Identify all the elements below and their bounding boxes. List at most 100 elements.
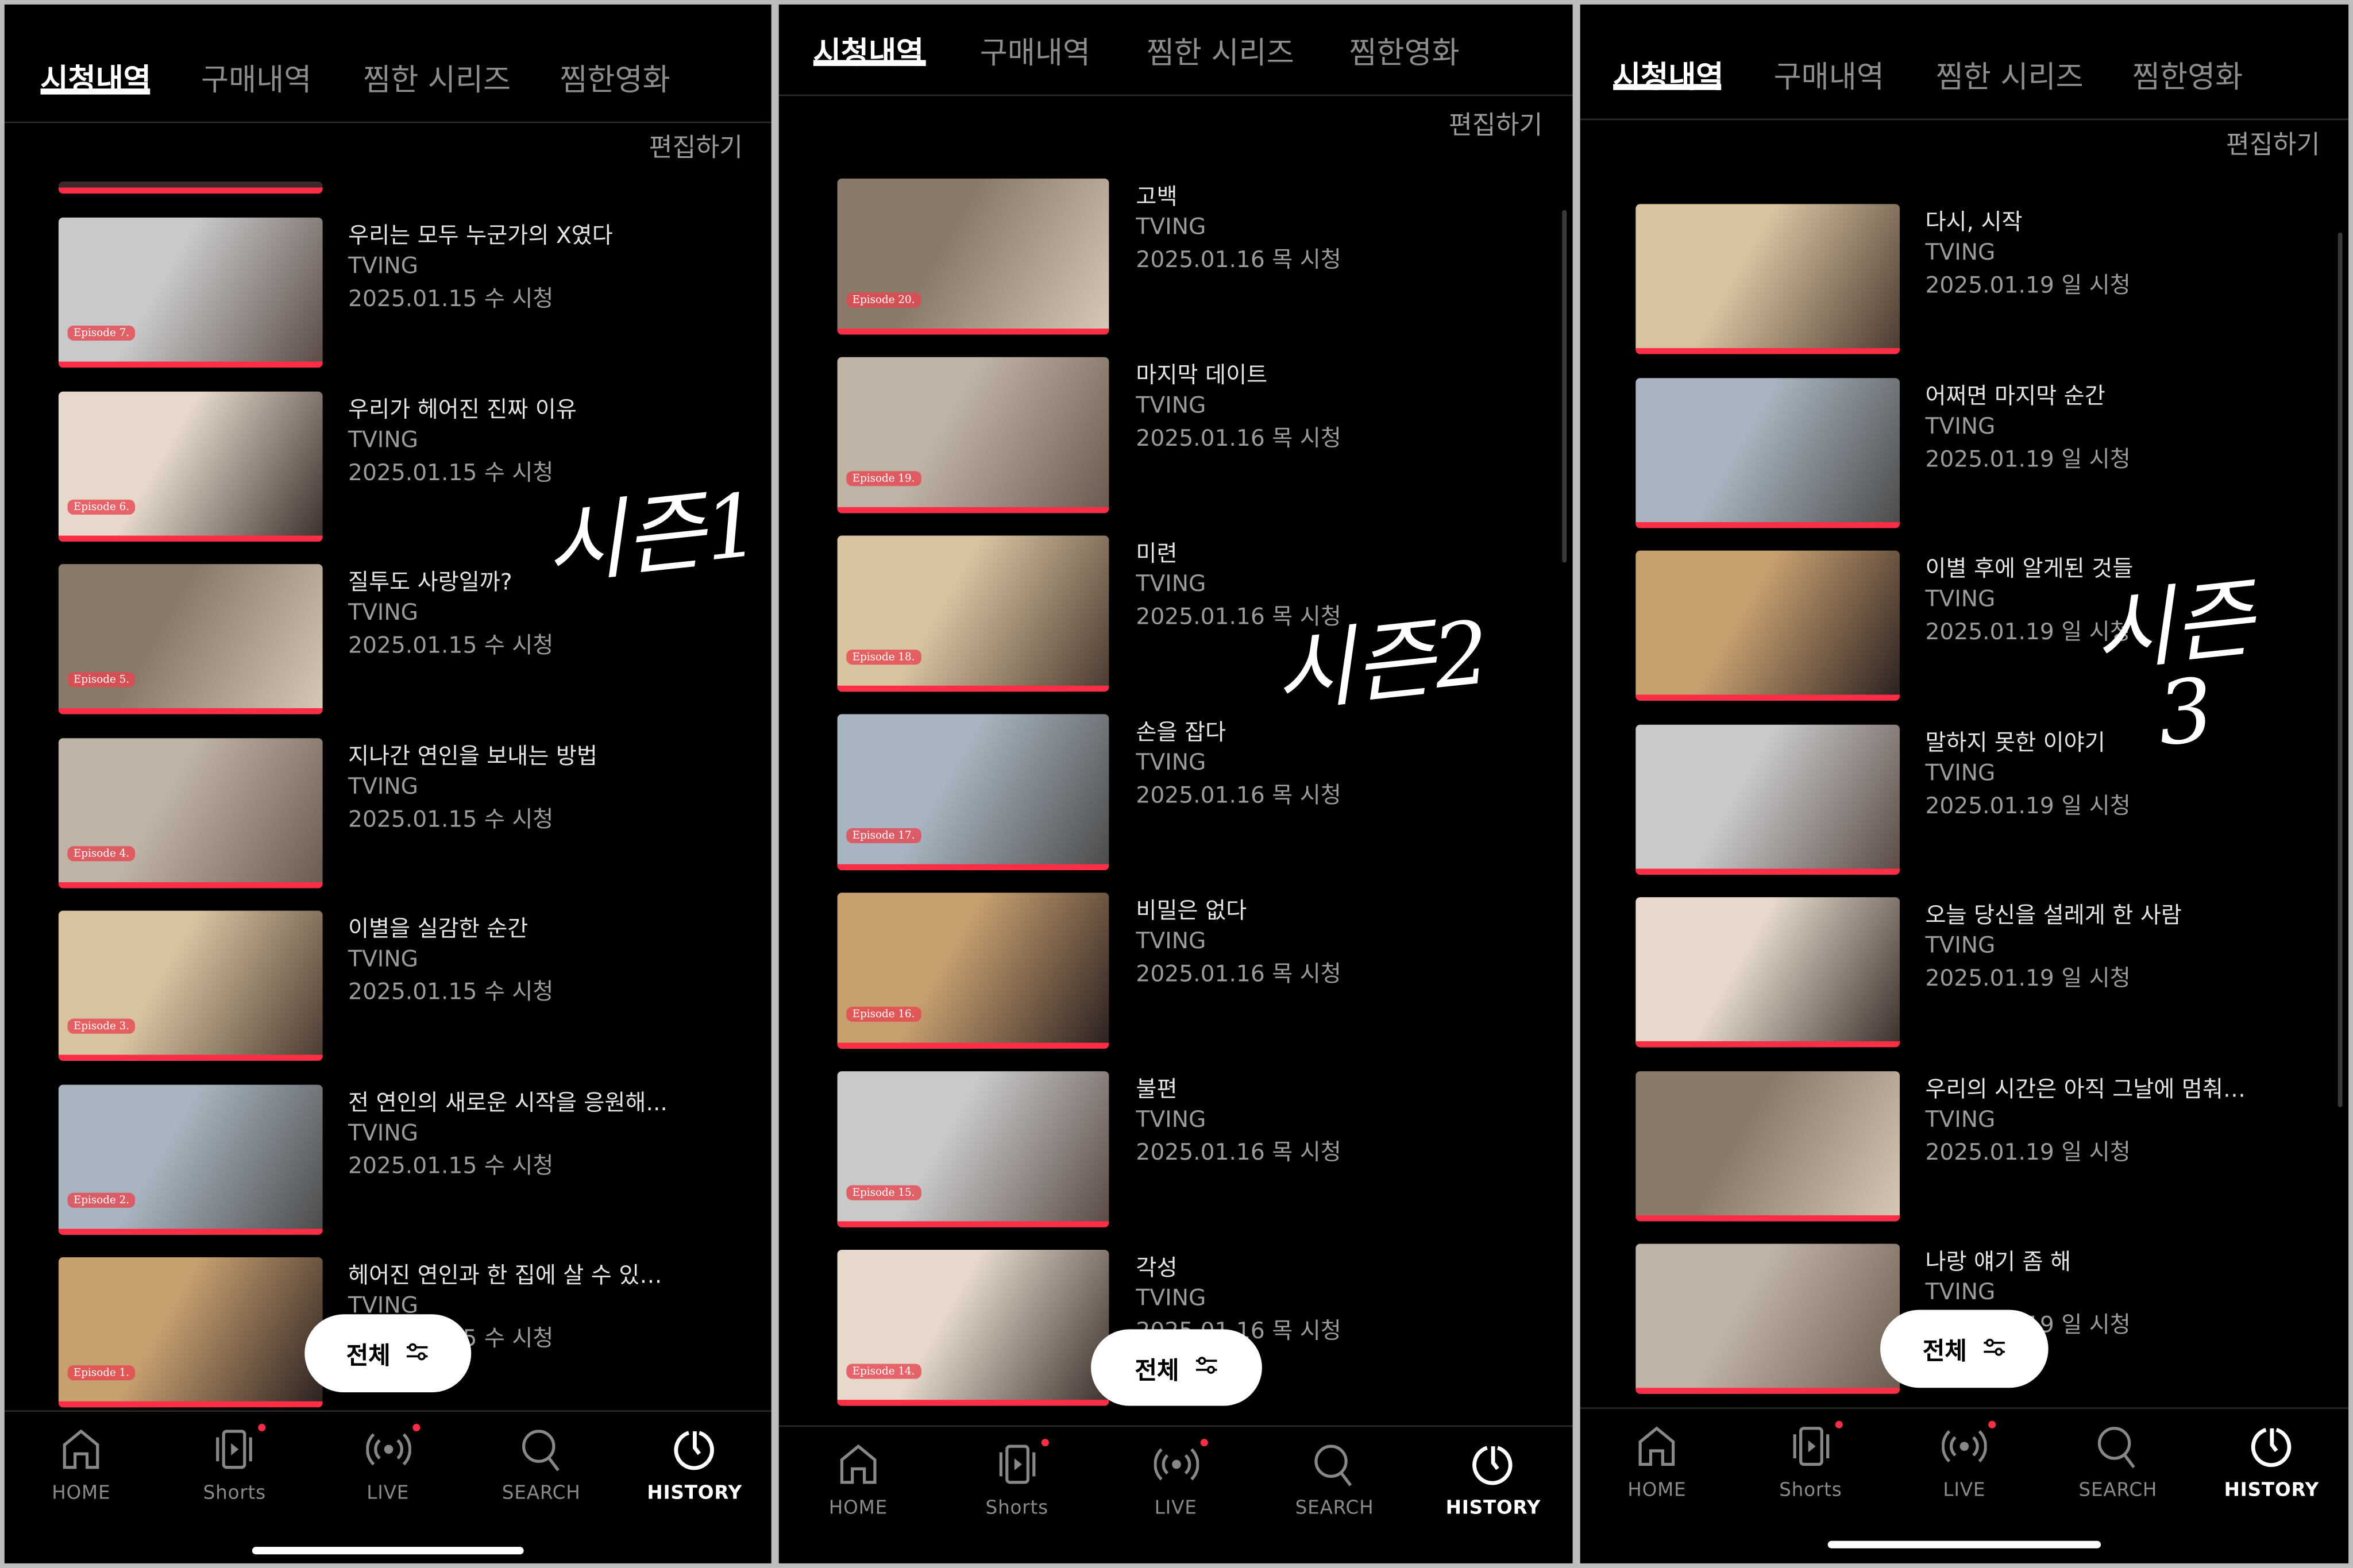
search-icon (474, 1427, 609, 1472)
nav-live[interactable]: LIVE (321, 1423, 456, 1503)
episode-thumbnail[interactable]: Episode 20. (837, 178, 1109, 335)
history-item[interactable]: Episode 7. 우리는 모두 누군가의 X였다 TVING 2025.01.15… (5, 217, 772, 368)
scrollbar[interactable] (1562, 210, 1567, 563)
history-item[interactable]: 우리의 시간은 아직 그날에 멈춰… TVING 2025.01.19 일 시청 (1580, 1070, 2348, 1221)
partial-thumbnail[interactable] (58, 181, 323, 194)
tab-3[interactable]: 찜한 시리즈 (363, 56, 511, 99)
history-item[interactable]: Episode 17. 손을 잡다 TVING 2025.01.16 목 시청 (779, 714, 1573, 871)
episode-title: 질투도 사랑일까? (348, 569, 512, 596)
channel-name: TVING (1925, 412, 1996, 439)
live-icon (321, 1427, 456, 1472)
episode-thumbnail[interactable]: Episode 4. (58, 737, 323, 888)
episode-thumbnail[interactable] (1635, 377, 1900, 528)
episode-title: 고백 (1136, 183, 1178, 210)
episode-thumbnail[interactable]: Episode 17. (837, 714, 1109, 871)
history-item[interactable]: 다시, 시작 TVING 2025.01.19 일 시청 (1580, 204, 2348, 354)
nav-label: LIVE (1943, 1478, 1986, 1501)
history-item[interactable]: Episode 2. 전 연인의 새로운 시작을 응원해... TVING 2025.… (5, 1084, 772, 1234)
nav-search[interactable]: SEARCH (474, 1427, 609, 1503)
tab-4[interactable]: 찜한영화 (1349, 29, 1459, 72)
nav-shorts[interactable]: Shorts (167, 1423, 302, 1503)
nav-label: LIVE (1154, 1496, 1197, 1519)
episode-thumbnail[interactable] (1635, 550, 1900, 701)
nav-live[interactable]: LIVE (1108, 1439, 1243, 1519)
progress-bar (1635, 868, 1900, 874)
episode-thumbnail[interactable] (1635, 1243, 1900, 1394)
nav-home[interactable]: HOME (14, 1427, 149, 1503)
nav-history[interactable]: HISTORY (627, 1427, 762, 1503)
history-item[interactable]: Episode 3. 이별을 실감한 순간 TVING 2025.01.15 수 시청 (5, 910, 772, 1061)
tab-2[interactable]: 구매내역 (1774, 52, 1884, 96)
shorts-icon (950, 1442, 1085, 1486)
episode-thumbnail[interactable]: Episode 19. (837, 357, 1109, 513)
channel-name: TVING (1136, 748, 1206, 776)
history-item[interactable]: Episode 15. 불편 TVING 2025.01.16 목 시청 (779, 1071, 1573, 1227)
episode-label: Episode 19. (846, 471, 921, 486)
home-icon (14, 1427, 149, 1472)
edit-button[interactable]: 편집하기 (1449, 103, 1542, 141)
episode-thumbnail[interactable]: Episode 3. (58, 910, 323, 1061)
episode-thumbnail[interactable] (1635, 897, 1900, 1048)
nav-shorts[interactable]: Shorts (1743, 1420, 1878, 1500)
nav-search[interactable]: SEARCH (1267, 1442, 1402, 1519)
episode-thumbnail[interactable] (1635, 724, 1900, 874)
watch-date: 2025.01.19 일 시청 (1925, 445, 2131, 472)
episode-thumbnail[interactable]: Episode 1. (58, 1257, 323, 1408)
history-item[interactable]: Episode 19. 마지막 데이트 TVING 2025.01.16 목 시청 (779, 357, 1573, 513)
episode-label: Episode 7. (67, 325, 136, 341)
tab-3[interactable]: 찜한 시리즈 (1147, 29, 1294, 72)
nav-shorts[interactable]: Shorts (950, 1439, 1085, 1519)
search-icon (2050, 1424, 2185, 1469)
tab-2[interactable]: 구매내역 (980, 29, 1090, 72)
channel-name: TVING (348, 252, 419, 279)
episode-thumbnail[interactable] (1635, 1070, 1900, 1221)
tab-1[interactable]: 시청내역 (813, 29, 924, 72)
episode-thumbnail[interactable]: Episode 7. (58, 217, 323, 368)
episode-label: Episode 14. (846, 1364, 921, 1379)
filter-button[interactable]: 전체 (1880, 1310, 2049, 1388)
search-icon (1267, 1442, 1402, 1486)
episode-title: 우리가 헤어진 진짜 이유 (348, 395, 577, 423)
tab-3[interactable]: 찜한 시리즈 (1936, 52, 2084, 96)
history-item[interactable]: Episode 16. 비밀은 없다 TVING 2025.01.16 목 시청 (779, 893, 1573, 1049)
nav-label: HOME (52, 1481, 111, 1504)
episode-thumbnail[interactable]: Episode 14. (837, 1249, 1109, 1406)
tab-1[interactable]: 시청내역 (1613, 52, 1723, 96)
tab-bar: 시청내역 구매내역 찜한 시리즈 찜한영화 (4, 32, 772, 123)
history-item[interactable]: 어쩌면 마지막 순간 TVING 2025.01.19 일 시청 (1580, 377, 2348, 528)
episode-title: 이별을 실감한 순간 (348, 915, 529, 943)
scrollbar[interactable] (2337, 232, 2343, 1107)
filter-sliders-icon (406, 1339, 430, 1368)
channel-name: TVING (1136, 213, 1206, 240)
history-item[interactable]: 오늘 당신을 설레게 한 사람 TVING 2025.01.19 일 시청 (1580, 897, 2348, 1048)
tab-4[interactable]: 찜한영화 (560, 56, 670, 99)
episode-thumbnail[interactable]: Episode 16. (837, 893, 1109, 1049)
episode-label: Episode 15. (846, 1185, 921, 1200)
nav-history[interactable]: HISTORY (1426, 1442, 1561, 1519)
nav-history[interactable]: HISTORY (2204, 1424, 2339, 1500)
filter-button[interactable]: 전체 (304, 1314, 472, 1393)
nav-live[interactable]: LIVE (1897, 1420, 2032, 1501)
episode-title: 우리는 모두 누군가의 X였다 (348, 222, 613, 249)
episode-thumbnail[interactable] (1635, 204, 1900, 354)
episode-thumbnail[interactable]: Episode 2. (58, 1084, 323, 1234)
tab-2[interactable]: 구매내역 (201, 56, 311, 99)
nav-home[interactable]: HOME (1590, 1424, 1725, 1500)
filter-button[interactable]: 전체 (1091, 1329, 1262, 1406)
filter-sliders-icon (1194, 1353, 1218, 1382)
tab-4[interactable]: 찜한영화 (2132, 52, 2243, 96)
episode-thumbnail[interactable]: Episode 6. (58, 391, 323, 541)
progress-bar (58, 187, 323, 194)
history-item[interactable]: Episode 5. 질투도 사랑일까? TVING 2025.01.15 수 시청 (5, 564, 772, 715)
edit-button[interactable]: 편집하기 (2226, 123, 2320, 160)
history-item[interactable]: Episode 20. 고백 TVING 2025.01.16 목 시청 (779, 178, 1573, 335)
episode-thumbnail[interactable]: Episode 15. (837, 1071, 1109, 1227)
history-item[interactable]: Episode 4. 지나간 연인을 보내는 방법 TVING 2025.01.15 … (5, 737, 772, 888)
episode-thumbnail[interactable]: Episode 18. (837, 535, 1109, 692)
watch-date: 2025.01.16 목 시청 (1136, 246, 1341, 273)
progress-bar (58, 1228, 323, 1234)
nav-search[interactable]: SEARCH (2050, 1424, 2185, 1500)
episode-thumbnail[interactable]: Episode 5. (58, 564, 323, 715)
nav-home[interactable]: HOME (790, 1442, 925, 1519)
edit-button[interactable]: 편집하기 (649, 126, 743, 163)
